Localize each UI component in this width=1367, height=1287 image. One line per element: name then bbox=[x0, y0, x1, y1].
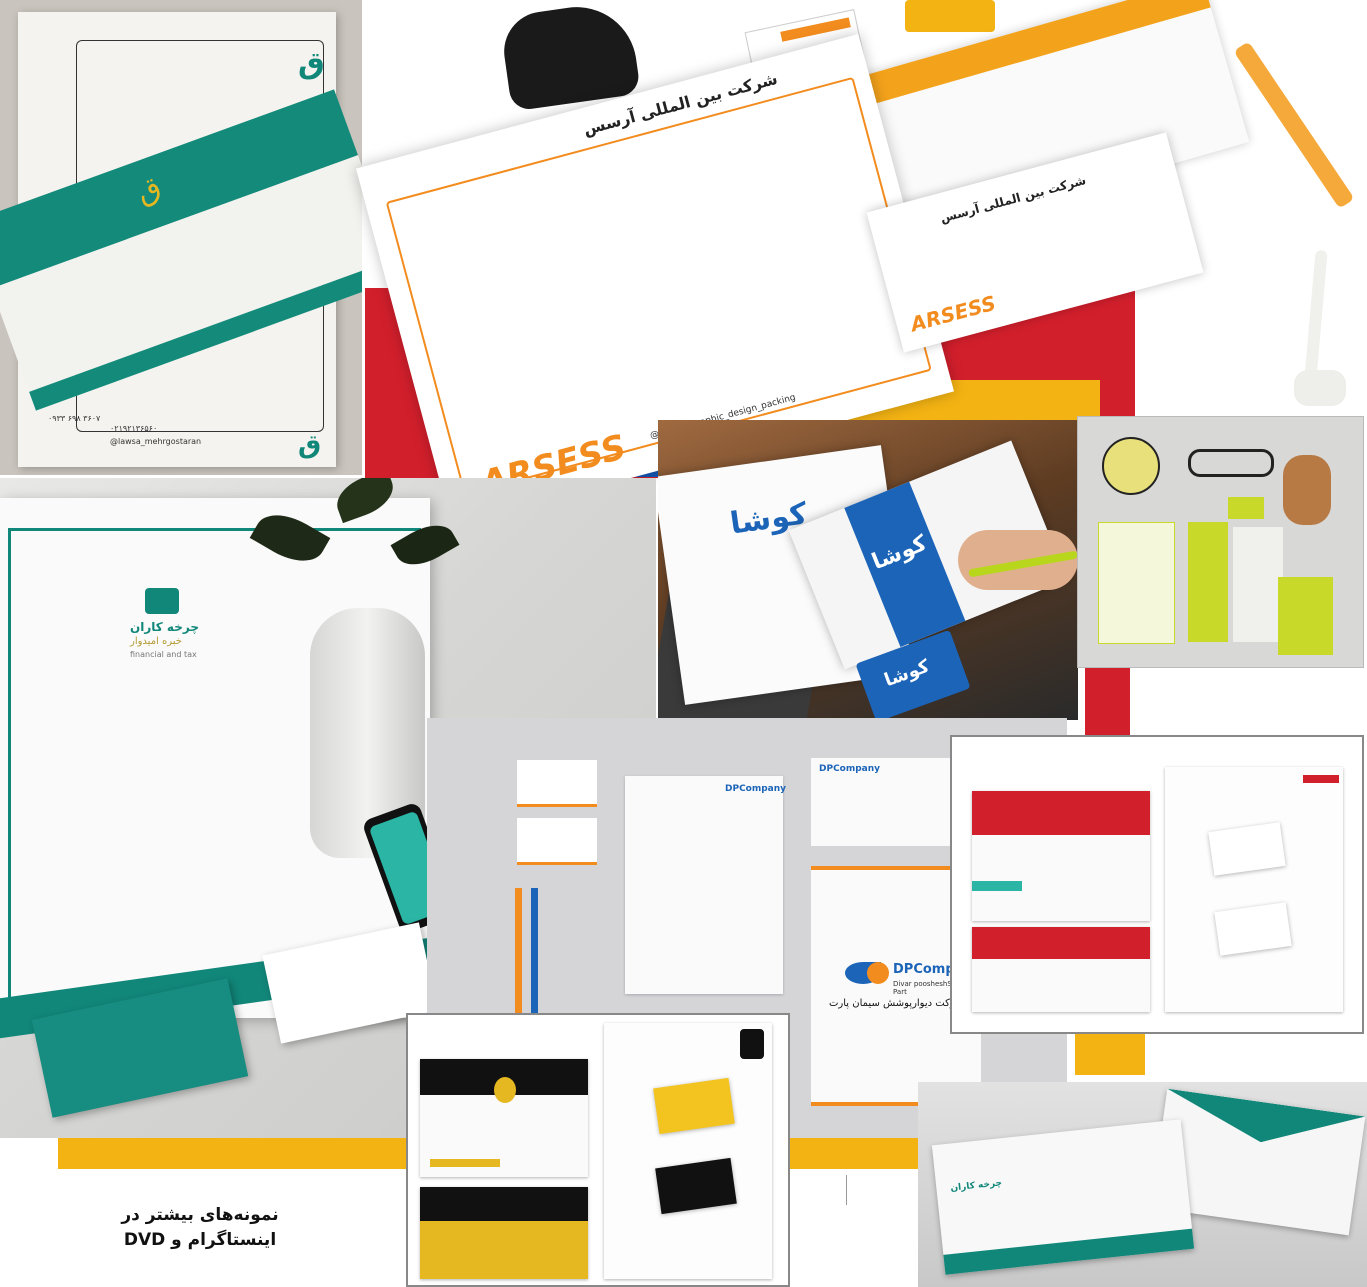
caption-line-1: نمونه‌های بیشتر در bbox=[121, 1205, 279, 1225]
dp-letterhead-logo: DPCompany bbox=[725, 784, 787, 794]
black-card bbox=[655, 1157, 737, 1215]
teal-envelope-front: چرخه کاران bbox=[931, 1119, 1195, 1275]
charkhe-en: financial and tax bbox=[130, 650, 197, 659]
gold-emblem bbox=[494, 1077, 516, 1103]
round-disc bbox=[1102, 437, 1160, 495]
wooden-figure bbox=[1283, 455, 1331, 525]
mehr-logo-bottom: ق bbox=[298, 430, 322, 460]
lime-stationery-flatlay bbox=[1077, 416, 1364, 668]
divider-line bbox=[846, 1175, 847, 1205]
black-envelope-top bbox=[420, 1059, 588, 1177]
red-card-2 bbox=[1214, 902, 1292, 956]
dp-compliment-slip: DPCompany bbox=[811, 758, 961, 846]
black-envelope-bottom bbox=[420, 1187, 588, 1279]
dp-pen-blue bbox=[531, 888, 538, 1018]
mehr-logo: ق bbox=[298, 46, 325, 81]
pen-stand bbox=[1290, 249, 1350, 410]
glasses bbox=[1188, 449, 1274, 477]
plant-leaves bbox=[249, 478, 465, 618]
arsess-wordmark-2: ARSESS bbox=[907, 290, 999, 337]
red-letterhead bbox=[1165, 767, 1343, 1012]
gold-letterhead-emblem bbox=[740, 1029, 764, 1059]
mehr-phone2: ۰۲۱۹۲۱۳۶۵۶۰ bbox=[110, 424, 158, 433]
koosha-card-logo: کوشا bbox=[881, 655, 933, 692]
lime-sheet bbox=[1233, 527, 1283, 642]
gold-card bbox=[653, 1077, 735, 1135]
dp-folder-logo-mark-orange bbox=[867, 962, 889, 984]
dp-card-1 bbox=[517, 760, 597, 807]
dp-slip-logo: DPCompany bbox=[819, 764, 881, 774]
dp-pen-orange bbox=[515, 888, 522, 1018]
charkhe-envelopes: چرخه کاران bbox=[918, 1082, 1367, 1287]
binder-clips bbox=[905, 0, 995, 32]
envelope-charkhe-name: چرخه کاران bbox=[949, 1178, 1003, 1194]
koosha-stationery-photo: کوشا کوشا کوشا bbox=[658, 420, 1078, 720]
lime-card bbox=[1228, 497, 1264, 519]
mehr-handle: @lawsa_mehrgostaran bbox=[110, 437, 202, 446]
stapler bbox=[499, 0, 641, 112]
charkhe-fa: خبره امیدوار bbox=[130, 636, 182, 647]
bg-red-right bbox=[1085, 660, 1130, 740]
dp-letterhead: DPCompany bbox=[625, 776, 787, 994]
gold-letterhead bbox=[604, 1023, 772, 1279]
charkhe-name: چرخه کاران bbox=[130, 620, 199, 634]
red-stationery-frame bbox=[950, 735, 1364, 1034]
red-card-1 bbox=[1208, 822, 1286, 876]
red-envelope-top bbox=[972, 791, 1150, 921]
caption-line-2: اینستاگرام و DVD bbox=[123, 1230, 277, 1250]
pencil bbox=[1233, 41, 1355, 209]
lime-folder bbox=[1188, 522, 1228, 642]
gold-stationery-frame bbox=[406, 1013, 790, 1287]
bg-yellow-right bbox=[1075, 1030, 1145, 1075]
dp-folder-fa: شرکت دیوارپوشش سیمان پارت bbox=[829, 998, 964, 1009]
dp-card-2 bbox=[517, 818, 597, 865]
lime-notebook bbox=[1278, 577, 1333, 655]
charkhe-logo-icon bbox=[145, 588, 179, 614]
red-envelope-bottom bbox=[972, 927, 1150, 1012]
mehr-stationery-photo: ق ق @lawsa_mehrgostaran ۰۹۳۳ ۶۹۸ ۳۶۰۷ ۰۲… bbox=[0, 0, 362, 475]
mehr-phone: ۰۹۳۳ ۶۹۸ ۳۶۰۷ bbox=[48, 414, 101, 423]
lime-letterhead bbox=[1098, 522, 1175, 644]
